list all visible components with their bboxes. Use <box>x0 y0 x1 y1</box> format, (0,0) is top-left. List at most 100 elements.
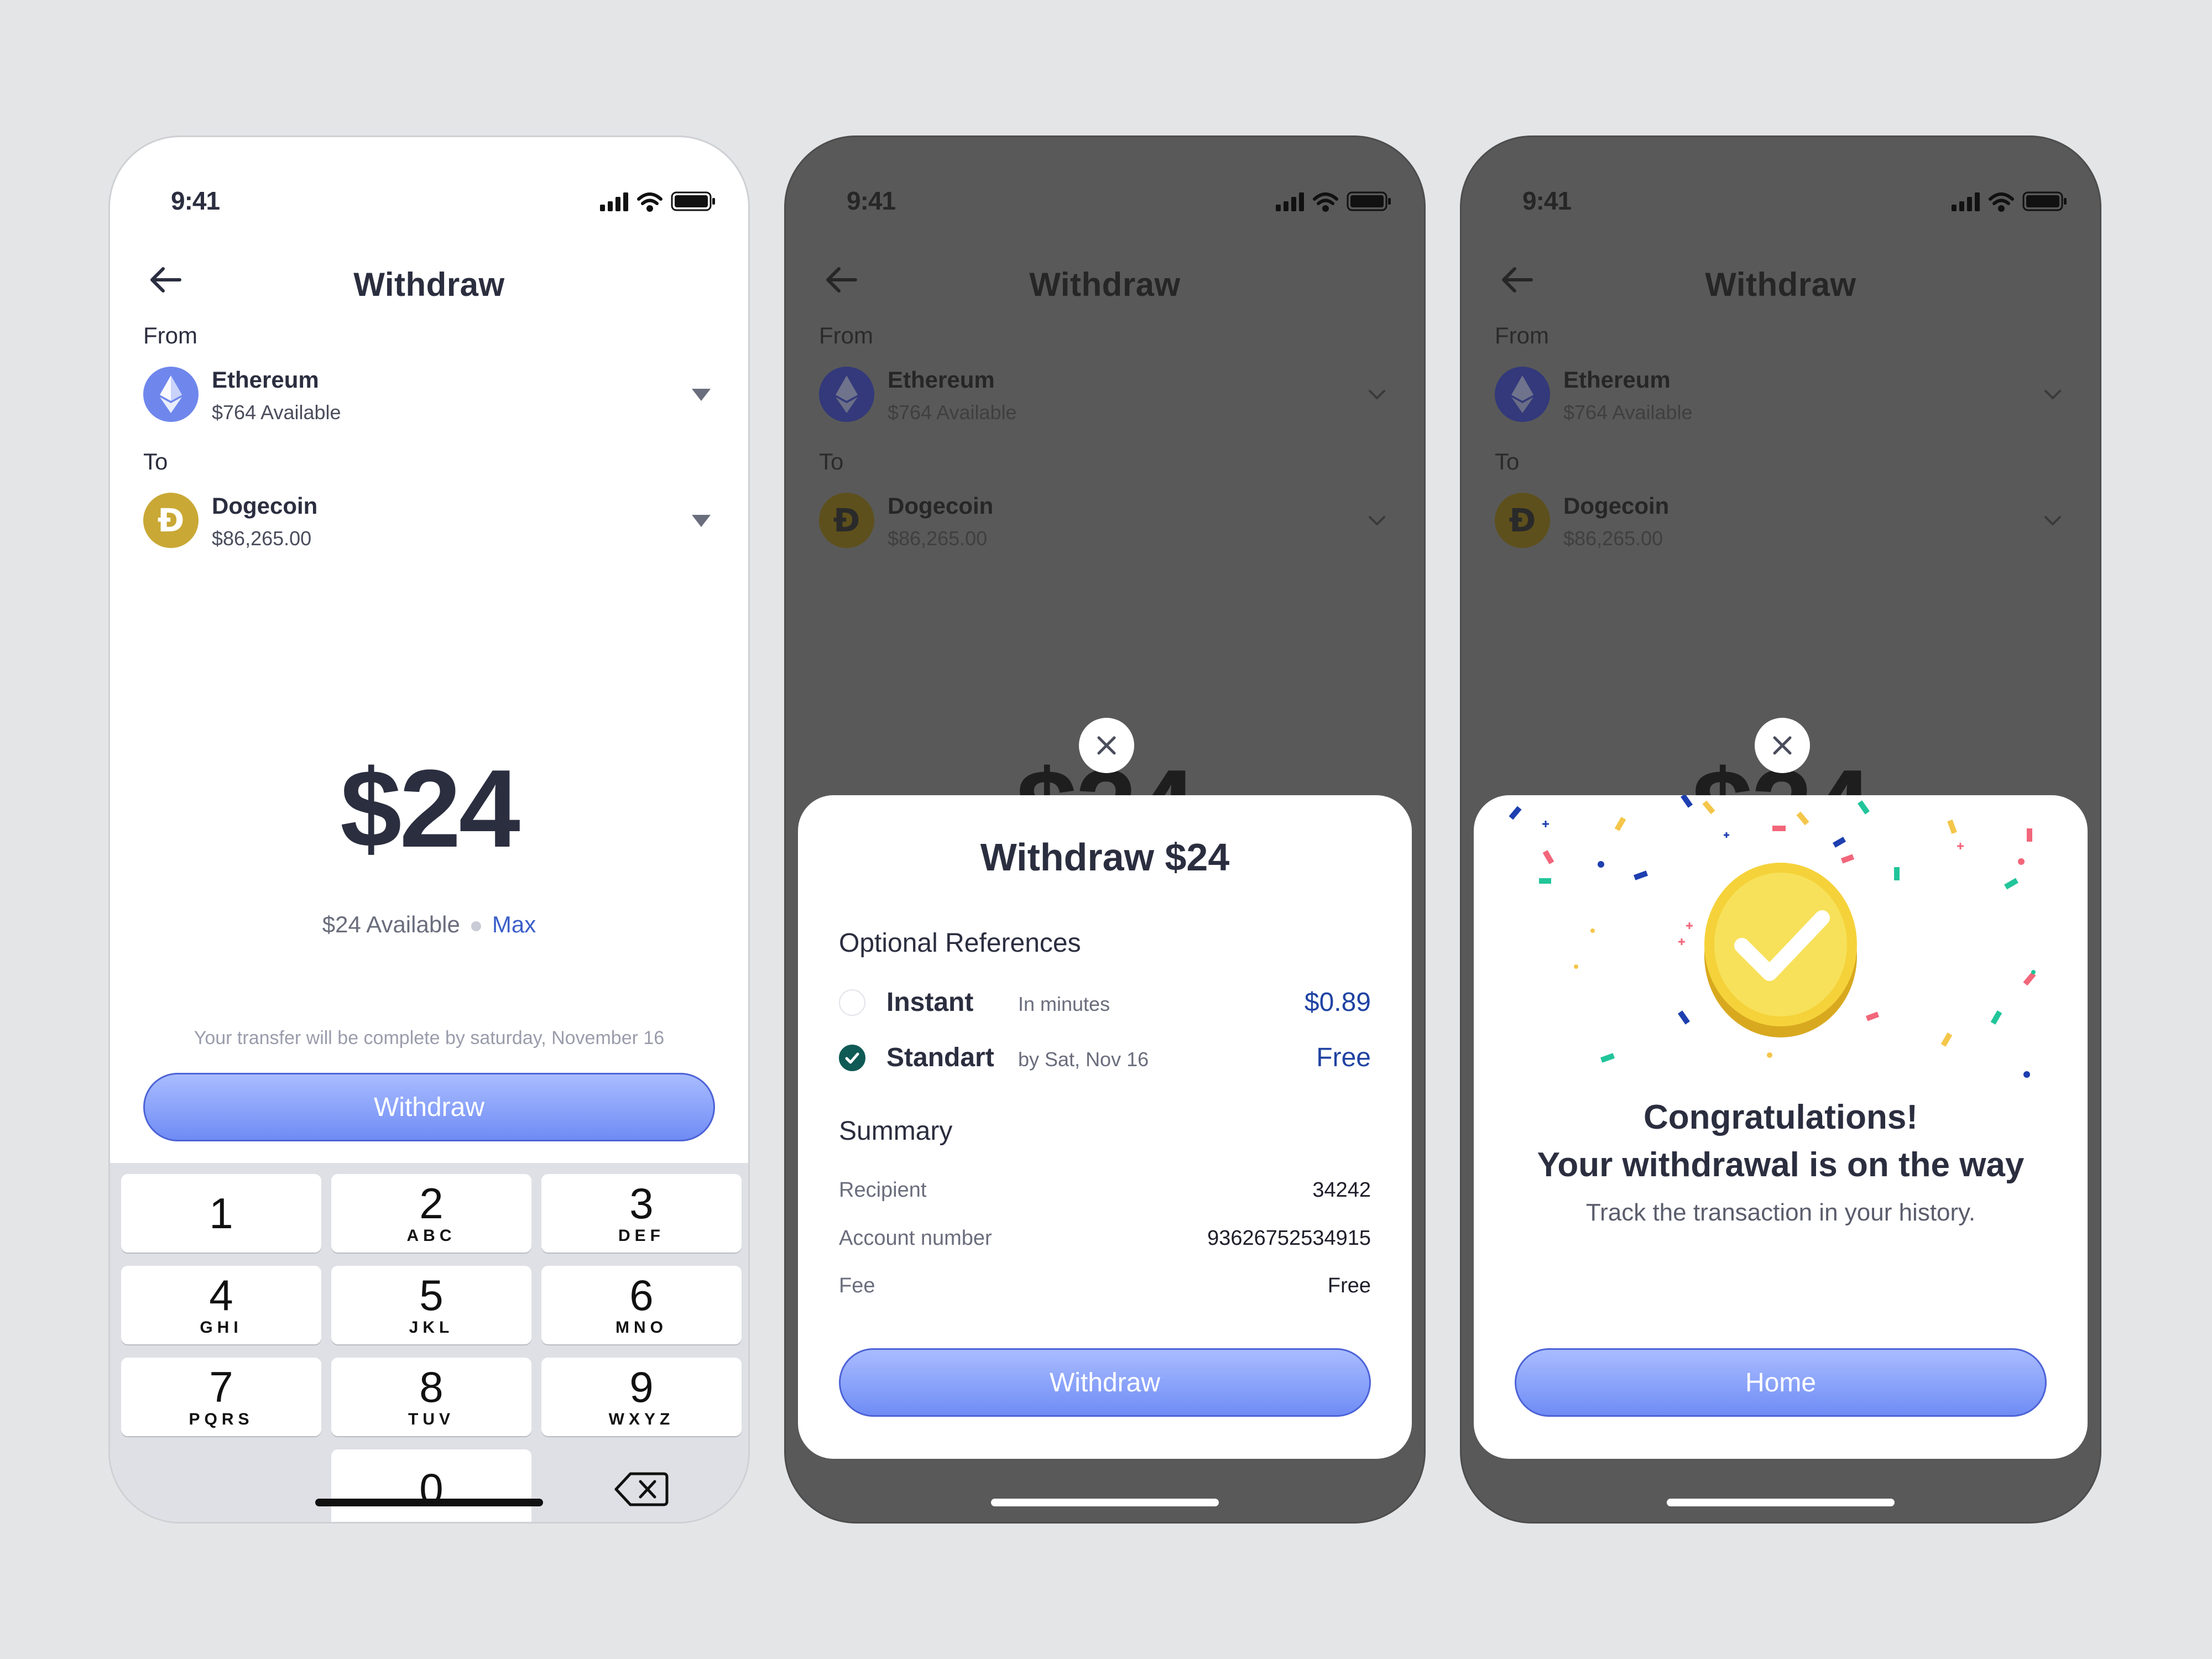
key-9[interactable]: 9 WXYZ <box>541 1358 742 1436</box>
success-coin-icon <box>1704 863 1857 1037</box>
confirm-sheet: Withdraw $24 Optional References Instant… <box>798 795 1412 1459</box>
from-asset-select[interactable]: Ethereum $764 Available <box>143 361 715 427</box>
to-label: To <box>1495 448 1520 474</box>
to-asset-name: Dogecoin <box>888 493 994 519</box>
confirm-withdraw-button[interactable]: Withdraw <box>839 1348 1371 1417</box>
option-name: Instant <box>886 988 974 1017</box>
battery-icon <box>2022 191 2067 211</box>
status-icons <box>600 191 715 212</box>
header: Withdraw <box>786 237 1424 325</box>
key-4[interactable]: 4 GHI <box>121 1266 321 1344</box>
radio-standart[interactable] <box>839 1045 865 1071</box>
caret-down-icon[interactable] <box>687 383 715 405</box>
from-asset-balance: $764 Available <box>212 401 341 424</box>
to-asset-balance: $86,265.00 <box>888 527 988 550</box>
ethereum-icon <box>143 367 199 422</box>
status-time: 9:41 <box>1522 186 1572 215</box>
summary-row-account: Account number 93626752534915 <box>839 1227 1371 1250</box>
key-6[interactable]: 6 MNO <box>541 1266 742 1344</box>
success-sheet: Congratulations! Your withdrawal is on t… <box>1474 795 2088 1459</box>
to-label: To <box>143 448 168 474</box>
status-bar: 9:41 <box>110 164 748 230</box>
close-button[interactable] <box>1079 718 1134 773</box>
status-bar: 9:41 <box>786 164 1424 230</box>
chevron-down-icon[interactable] <box>2039 509 2067 531</box>
key-0[interactable]: 0 <box>331 1449 531 1522</box>
separator-dot <box>471 921 481 931</box>
status-time: 9:41 <box>847 186 896 215</box>
from-asset-balance: $764 Available <box>1563 401 1693 424</box>
phone-success: 9:41 Withdraw From Ethereum $764 Availab… <box>1460 135 2101 1524</box>
signal-icon <box>1276 192 1304 211</box>
from-label: From <box>1495 322 1549 348</box>
backspace-icon[interactable] <box>608 1462 675 1517</box>
from-asset-name: Ethereum <box>212 367 319 393</box>
battery-icon <box>671 191 715 211</box>
svg-text:Ð: Ð <box>833 502 860 539</box>
from-asset-select[interactable]: Ethereum $764 Available <box>1495 361 2067 427</box>
dogecoin-icon: Ð <box>819 493 874 548</box>
header: Withdraw <box>1462 237 2100 325</box>
svg-text:Ð: Ð <box>1509 502 1536 539</box>
home-indicator <box>315 1499 543 1506</box>
key-5[interactable]: 5 JKL <box>331 1266 531 1344</box>
withdraw-button[interactable]: Withdraw <box>143 1073 715 1141</box>
from-asset-name: Ethereum <box>1563 367 1671 393</box>
from-asset-select[interactable]: Ethereum $764 Available <box>819 361 1391 427</box>
key-2[interactable]: 2 ABC <box>331 1174 531 1253</box>
options-label: Optional References <box>839 928 1081 958</box>
caret-down-icon[interactable] <box>687 509 715 531</box>
key-7[interactable]: 7 PQRS <box>121 1358 321 1436</box>
available-amount: $24 Available <box>322 911 460 937</box>
option-price: $0.89 <box>1304 988 1371 1017</box>
signal-icon <box>1952 192 1980 211</box>
option-price: Free <box>1316 1043 1371 1072</box>
home-indicator <box>1667 1499 1895 1506</box>
numeric-keypad: 1 2 ABC 3 DEF 4 GHI 5 JKL 6 MNO 7 PQRS 8 TUV 9W… <box>110 1163 748 1522</box>
key-1[interactable]: 1 <box>121 1174 321 1253</box>
to-asset-balance: $86,265.00 <box>212 527 312 550</box>
withdraw-amount: $24 <box>340 747 520 870</box>
status-bar: 9:41 <box>1462 164 2100 230</box>
available-line: $24 Available Max <box>110 911 748 938</box>
phone-confirm: 9:41 Withdraw From Ethereum $764 Availab… <box>784 135 1426 1524</box>
max-button[interactable]: Max <box>492 911 536 937</box>
home-button[interactable]: Home <box>1515 1348 2047 1417</box>
check-icon <box>845 1052 859 1064</box>
to-asset-select[interactable]: Ð Dogecoin $86,265.00 <box>143 487 715 554</box>
status-time: 9:41 <box>171 186 220 215</box>
to-asset-select[interactable]: Ð Dogecoin $86,265.00 <box>1495 487 2067 554</box>
to-label: To <box>819 448 844 474</box>
page-title: Withdraw <box>353 266 505 303</box>
key-3[interactable]: 3 DEF <box>541 1174 742 1253</box>
transfer-note: Your transfer will be complete by saturd… <box>194 1027 665 1048</box>
close-button[interactable] <box>1755 718 1810 773</box>
radio-instant[interactable] <box>839 989 865 1016</box>
key-8[interactable]: 8 TUV <box>331 1358 531 1436</box>
ethereum-icon <box>1495 367 1550 422</box>
option-instant[interactable]: Instant In minutes $0.89 <box>839 980 1371 1025</box>
battery-icon <box>1347 191 1391 211</box>
summary-row-fee: Fee Free <box>839 1274 1371 1297</box>
status-icons <box>1952 191 2067 212</box>
signal-icon <box>600 192 628 211</box>
summary-row-recipient: Recipient 34242 <box>839 1178 1371 1202</box>
wifi-icon <box>1313 192 1338 212</box>
to-asset-select[interactable]: Ð Dogecoin $86,265.00 <box>819 487 1391 554</box>
chevron-down-icon[interactable] <box>1363 509 1391 531</box>
dogecoin-icon: Ð <box>143 493 199 548</box>
chevron-down-icon[interactable] <box>1363 383 1391 405</box>
svg-text:Ð: Ð <box>158 502 185 539</box>
close-icon <box>1773 736 1792 755</box>
page-title: Withdraw <box>1705 266 1856 303</box>
success-subtitle: Track the transaction in your history. <box>1585 1199 1976 1226</box>
chevron-down-icon[interactable] <box>2039 383 2067 405</box>
success-title: Congratulations! Your withdrawal is on t… <box>1537 1098 2025 1184</box>
option-standart[interactable]: Standart by Sat, Nov 16 Free <box>839 1036 1371 1080</box>
from-label: From <box>819 322 873 348</box>
to-asset-name: Dogecoin <box>1563 493 1670 519</box>
ethereum-icon <box>819 367 874 422</box>
phone-amount-entry: 9:41 Withdraw From Ethereum $764 Availab… <box>108 135 750 1524</box>
close-icon <box>1097 736 1116 755</box>
status-icons <box>1276 191 1391 212</box>
